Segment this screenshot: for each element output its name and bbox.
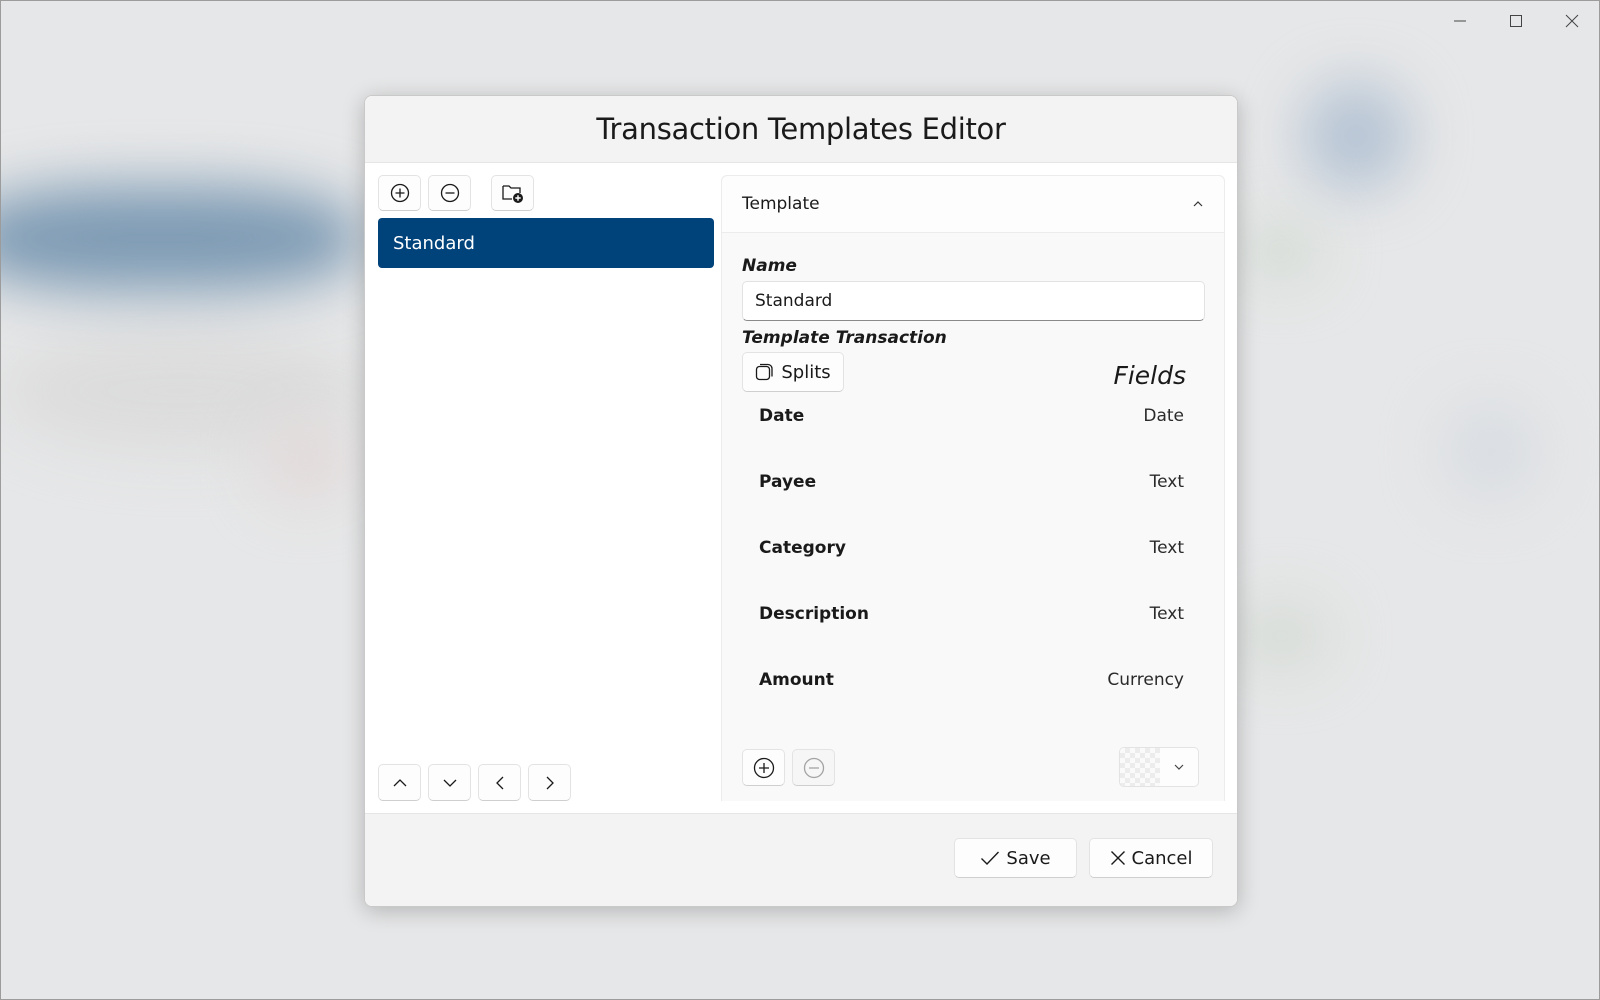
chevron-down-icon bbox=[443, 779, 456, 787]
backdrop-blur bbox=[261, 421, 351, 501]
copy-icon bbox=[756, 363, 773, 381]
remove-template-button[interactable] bbox=[428, 175, 471, 211]
add-circle-icon bbox=[753, 757, 774, 778]
field-name: Amount bbox=[759, 670, 834, 690]
cancel-button[interactable]: Cancel bbox=[1089, 838, 1213, 878]
remove-circle-icon bbox=[803, 757, 824, 778]
add-circle-icon bbox=[390, 183, 409, 203]
field-name: Date bbox=[759, 406, 805, 426]
close-icon bbox=[1565, 14, 1579, 28]
add-template-button[interactable] bbox=[378, 175, 421, 211]
splits-button[interactable]: Splits bbox=[742, 352, 844, 392]
minimize-button[interactable] bbox=[1432, 0, 1488, 42]
cancel-button-label: Cancel bbox=[1131, 847, 1193, 869]
new-folder-button[interactable] bbox=[491, 175, 534, 211]
field-type: Text bbox=[1149, 604, 1184, 624]
fields-title: Fields bbox=[1113, 361, 1186, 390]
field-row[interactable]: Category Text bbox=[759, 533, 1184, 563]
window-controls bbox=[1432, 0, 1600, 42]
field-name: Category bbox=[759, 538, 846, 558]
field-row[interactable]: Description Text bbox=[759, 599, 1184, 629]
backdrop-blur bbox=[1441, 401, 1541, 501]
maximize-button[interactable] bbox=[1488, 0, 1544, 42]
field-type: Date bbox=[1143, 406, 1184, 426]
templates-editor-dialog: Transaction Templates Editor Standard Te… bbox=[364, 95, 1238, 907]
remove-circle-icon bbox=[440, 183, 459, 203]
close-button[interactable] bbox=[1544, 0, 1600, 42]
remove-field-button[interactable] bbox=[792, 749, 835, 786]
add-field-button[interactable] bbox=[742, 749, 785, 786]
dialog-header: Transaction Templates Editor bbox=[365, 96, 1237, 163]
folder-add-icon bbox=[501, 185, 523, 203]
save-button[interactable]: Save bbox=[954, 838, 1077, 878]
move-left-button[interactable] bbox=[478, 764, 521, 801]
dialog-footer: Save Cancel bbox=[365, 813, 1237, 906]
field-type: Currency bbox=[1107, 670, 1184, 690]
backdrop-blur bbox=[1, 186, 361, 291]
field-name: Payee bbox=[759, 472, 817, 492]
chevron-left-icon bbox=[495, 776, 503, 789]
move-up-button[interactable] bbox=[378, 764, 421, 801]
backdrop-blur bbox=[1241, 221, 1321, 281]
chevron-right-icon bbox=[546, 776, 554, 789]
template-panel: Template Name Template Transaction Split… bbox=[721, 175, 1225, 801]
color-picker-dropdown[interactable] bbox=[1119, 747, 1199, 787]
close-icon bbox=[1110, 851, 1125, 865]
move-down-button[interactable] bbox=[428, 764, 471, 801]
template-list-item-label: Standard bbox=[393, 232, 475, 254]
chevron-up-icon bbox=[393, 778, 406, 786]
backdrop-blur bbox=[1301, 81, 1411, 191]
minimize-icon bbox=[1454, 20, 1466, 22]
save-button-label: Save bbox=[1006, 847, 1051, 869]
template-expander-title: Template bbox=[742, 194, 820, 214]
name-label: Name bbox=[742, 256, 797, 276]
template-list-item[interactable]: Standard bbox=[378, 218, 714, 268]
checkmark-icon bbox=[981, 851, 1000, 866]
maximize-icon bbox=[1510, 15, 1522, 27]
chevron-down-icon bbox=[1174, 764, 1184, 770]
template-transaction-label: Template Transaction bbox=[742, 328, 947, 348]
field-name: Description bbox=[759, 604, 869, 624]
dialog-title: Transaction Templates Editor bbox=[596, 112, 1006, 146]
field-row[interactable]: Amount Currency bbox=[759, 665, 1184, 695]
field-type: Text bbox=[1149, 538, 1184, 558]
backdrop-blur bbox=[1231, 601, 1331, 671]
field-row[interactable]: Date Date bbox=[759, 401, 1184, 431]
template-expander-header[interactable]: Template bbox=[722, 176, 1224, 233]
field-row[interactable]: Payee Text bbox=[759, 467, 1184, 497]
dropdown-arrow bbox=[1160, 748, 1198, 786]
splits-button-label: Splits bbox=[781, 361, 831, 383]
move-right-button[interactable] bbox=[528, 764, 571, 801]
chevron-up-icon bbox=[1193, 201, 1203, 207]
template-name-input[interactable] bbox=[742, 281, 1205, 321]
field-type: Text bbox=[1149, 472, 1184, 492]
transparent-color-swatch bbox=[1120, 748, 1160, 786]
